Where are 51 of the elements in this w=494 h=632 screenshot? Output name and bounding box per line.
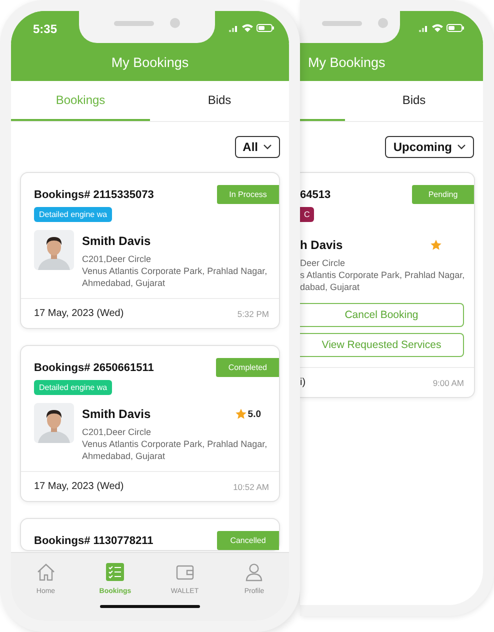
address-line: Ahmedabad, Gujarat [82,450,166,462]
filter-dropdown[interactable]: Upcoming [385,136,474,158]
customer-name: h Davis [300,238,343,252]
address-line: Deer Circle [300,257,346,269]
customer-name: Smith Davis [82,234,151,248]
camera-dot [378,18,388,28]
booking-date: 17 May, 2023 (Wed) [34,308,124,319]
booking-card[interactable]: Bookings# 2650661511 Completed Detailed engine wa Smith Davis 5.0 C201,Deer Circle Venus Atlantis Corporate Park, Prahlad Nagar, Ahmedabad, Gujarat 17 May, 2023 (Wed) 10:52 AM [20,345,280,502]
booking-card[interactable]: Bookings# 1130778211 Cancelled [20,518,280,551]
address-line: C201,Deer Circle [82,253,152,265]
booking-date: i) [300,377,306,388]
status-badge: Cancelled [217,531,279,550]
user-icon [244,562,264,582]
status-badge: In Process [217,185,279,204]
chevron-down-icon [457,144,466,150]
camera-dot [170,18,180,28]
address-line: Venus Atlantis Corporate Park, Prahlad Nagar, [82,265,268,277]
status-time: 5:35 [32,22,58,36]
booking-number: Bookings# 1130778211 [34,534,154,546]
booking-time: 5:32 PM [237,308,269,318]
booking-card[interactable]: Bookings# 2115335073 In Process Detailed engine wa Smith Davis C201,Deer Circle Venus Atlantis Corporate Park, Prahlad Nagar, Ahmedabad, Gujarat 17 May, 2023 (Wed) 5:32 PM [20,172,280,329]
address-line: dabad, Gujarat [300,281,361,293]
customer-name: Smith Davis [82,407,151,421]
speaker-slot [322,20,362,26]
rating-value: 5.0 [248,408,261,420]
address-line: Ahmedabad, Gujarat [82,277,166,289]
booking-number: Bookings# 2115335073 [34,188,154,200]
chevron-down-icon [263,144,272,150]
filter-dropdown[interactable]: All [234,136,280,158]
checklist-icon [105,562,126,582]
booking-number: Bookings# 2650661511 [34,362,154,374]
service-tag: Detailed engine wa [34,380,112,395]
booking-time: 9:00 AM [432,378,464,388]
status-badge: Pending [412,185,474,204]
booking-number: 64513 [300,188,331,200]
status-icons [418,23,464,33]
address-line: C201,Deer Circle [82,426,152,438]
tab[interactable]: Bids [150,81,289,121]
home-icon [36,562,56,582]
status-badge: Completed [216,358,279,377]
status-icons [229,23,275,33]
screen-title: My Bookings [308,54,386,70]
service-tag: Detailed engine wa [34,207,112,222]
speaker-slot [114,20,154,26]
address-line: s Atlantis Corporate Park, Prahlad Nagar, [300,269,464,281]
address-line: Venus Atlantis Corporate Park, Prahlad Nagar, [82,438,268,450]
booking-time: 10:52 AM [233,482,269,492]
booking-date: 17 May, 2023 (Wed) [34,481,124,492]
service-tag: C [300,207,314,222]
screen-title: My Bookings [111,54,189,70]
tab[interactable]: Bids [345,81,483,121]
